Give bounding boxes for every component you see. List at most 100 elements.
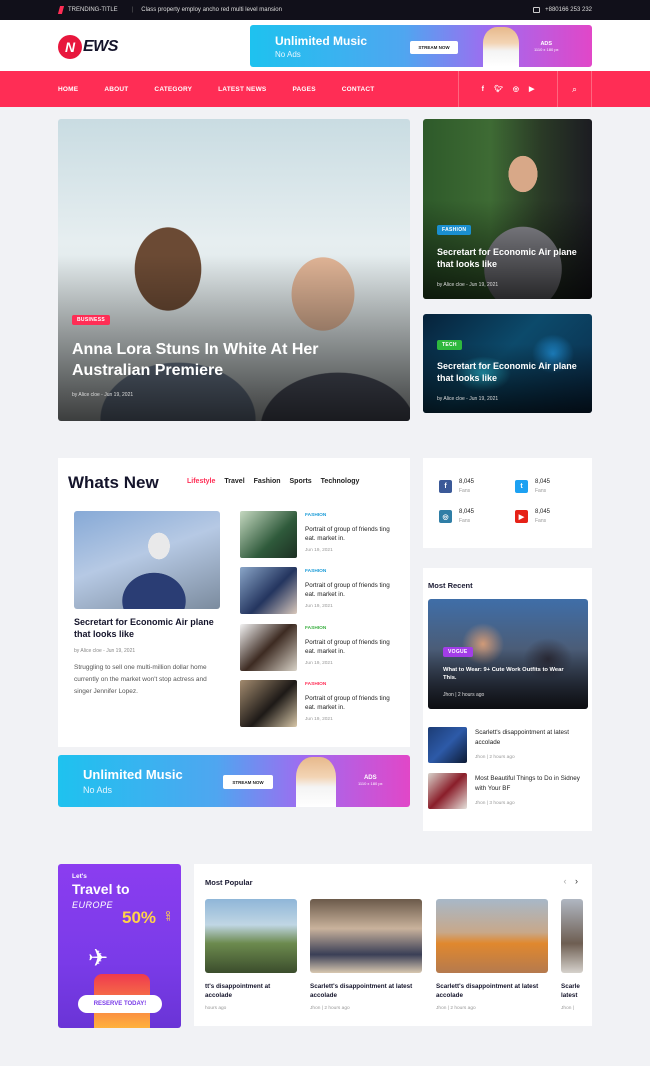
item-date: Jun 19, 2021 xyxy=(305,661,333,666)
youtube-icon[interactable]: ▶ xyxy=(529,85,534,93)
thumbnail[interactable] xyxy=(240,511,297,558)
category-badge[interactable]: BUSINESS xyxy=(72,315,110,325)
popular-card[interactable]: Scarle latest Jhon | xyxy=(561,899,583,1019)
hero-main-card[interactable]: BUSINESS Anna Lora Stuns In White At Her… xyxy=(58,119,410,421)
category-badge[interactable]: TECH xyxy=(437,340,462,350)
fan-count: 8,045 xyxy=(459,509,475,515)
prev-arrow-icon[interactable]: ‹ xyxy=(563,876,566,886)
tab-lifestyle[interactable]: Lifestyle xyxy=(187,478,215,485)
item-title[interactable]: Portrait of group of friends ting eat. m… xyxy=(305,694,400,713)
side-card-meta: by Alice cloe - Jun 19, 2021 xyxy=(437,282,499,288)
instagram-icon[interactable]: ◎ xyxy=(513,85,519,93)
twitter-icon[interactable]: 🐦︎ xyxy=(494,85,503,93)
list-item[interactable]: FASHION Portrait of group of friends tin… xyxy=(240,680,400,728)
hero-meta: by Alice cloe - Jun 19, 2021 xyxy=(72,392,134,398)
nav-about[interactable]: ABOUT xyxy=(104,86,128,93)
popular-title[interactable]: Scarlett's disappointment at latest acco… xyxy=(310,982,422,1000)
tab-technology[interactable]: Technology xyxy=(321,478,360,485)
stream-now-button[interactable]: STREAM NOW xyxy=(410,41,458,54)
header-ad-banner[interactable]: Unlimited Music No Ads STREAM NOW ADS 11… xyxy=(250,25,592,67)
fan-label: Fans xyxy=(459,518,471,524)
thumbnail[interactable] xyxy=(428,727,467,763)
reserve-today-button[interactable]: RESERVE TODAY! xyxy=(78,995,162,1013)
fan-label: Fans xyxy=(535,518,547,524)
thumbnail[interactable] xyxy=(240,680,297,727)
category-badge[interactable]: VOGUE xyxy=(443,647,473,657)
popular-card[interactable]: Scarlett's disappointment at latest acco… xyxy=(436,899,548,1019)
nav-home[interactable]: HOME xyxy=(58,86,78,93)
fan-count: 8,045 xyxy=(459,479,475,485)
thumbnail[interactable] xyxy=(240,624,297,671)
most-recent-featured[interactable]: VOGUE What to Wear: 9+ Cute Work Outfits… xyxy=(428,599,588,709)
site-logo[interactable]: N EWS xyxy=(58,35,118,59)
stream-now-button[interactable]: STREAM NOW xyxy=(223,775,273,789)
side-card-title[interactable]: Secretart for Economic Air plane that lo… xyxy=(437,361,582,384)
nav-items: HOME ABOUT CATEGORY LATEST NEWS PAGES CO… xyxy=(58,71,400,107)
item-title[interactable]: Most Beautiful Things to Do in Sidney wi… xyxy=(475,774,590,794)
popular-title[interactable]: tt's disappointment at accolade xyxy=(205,982,297,1000)
fan-counter[interactable]: ◎ 8,045 Fans xyxy=(439,507,509,527)
ad-title: Unlimited Music xyxy=(275,34,368,48)
travel-promo-ad[interactable]: Let's Travel to EUROPE 50% OFF ✈ RESERVE… xyxy=(58,864,181,1028)
thumbnail[interactable] xyxy=(428,773,467,809)
list-item[interactable]: FASHION Portrait of group of friends tin… xyxy=(240,511,400,559)
next-arrow-icon[interactable]: › xyxy=(575,876,578,886)
featured-title[interactable]: Secretart for Economic Air plane that lo… xyxy=(74,616,220,640)
phone-number: +880166 253 232 xyxy=(545,7,592,13)
most-popular-section: Most Popular ‹ › tt's disappointment at … xyxy=(194,864,592,1026)
popular-image[interactable] xyxy=(561,899,583,973)
featured-excerpt: Struggling to sell one multi-million dol… xyxy=(74,664,207,696)
search-icon[interactable]: ⌕ xyxy=(558,71,592,107)
popular-meta: Jhon | 2 hours ago xyxy=(310,1006,350,1011)
list-item[interactable]: Most Beautiful Things to Do in Sidney wi… xyxy=(428,773,588,813)
ad-size-label: ADS 1110 x 180 px xyxy=(534,41,559,52)
featured-title[interactable]: What to Wear: 9+ Cute Work Outfits to We… xyxy=(443,667,568,682)
popular-title[interactable]: Scarle latest xyxy=(561,982,585,1000)
ad-subtitle: No Ads xyxy=(275,50,301,59)
popular-image[interactable] xyxy=(205,899,297,973)
popular-title[interactable]: Scarlett's disappointment at latest acco… xyxy=(436,982,548,1000)
tab-fashion[interactable]: Fashion xyxy=(254,478,281,485)
popular-card[interactable]: Scarlett's disappointment at latest acco… xyxy=(310,899,422,1019)
item-title[interactable]: Scarlett's disappointment at latest acco… xyxy=(475,728,590,748)
popular-card[interactable]: tt's disappointment at accolade hours ag… xyxy=(205,899,297,1019)
nav-pages[interactable]: PAGES xyxy=(292,86,315,93)
fan-counter[interactable]: ▶ 8,045 Fans xyxy=(515,507,585,527)
trending-label: TRENDING-TITLE xyxy=(68,7,118,13)
fan-counter[interactable]: t 8,045 Fans xyxy=(515,477,585,497)
tab-sports[interactable]: Sports xyxy=(290,478,312,485)
item-title[interactable]: Portrait of group of friends ting eat. m… xyxy=(305,638,400,657)
fan-counter[interactable]: f 8,045 Fans xyxy=(439,477,509,497)
item-category[interactable]: FASHION xyxy=(305,569,326,574)
popular-image[interactable] xyxy=(310,899,422,973)
item-title[interactable]: Portrait of group of friends ting eat. m… xyxy=(305,581,400,600)
popular-image[interactable] xyxy=(436,899,548,973)
ad-size-label: ADS 1110 x 180 px xyxy=(358,775,383,786)
nav-category[interactable]: CATEGORY xyxy=(154,86,192,93)
tab-travel[interactable]: Travel xyxy=(224,478,244,485)
trending-text[interactable]: Class property employ ancho red multi le… xyxy=(141,7,282,13)
list-item[interactable]: Scarlett's disappointment at latest acco… xyxy=(428,727,588,767)
item-date: Jun 19, 2021 xyxy=(305,548,333,553)
list-item[interactable]: FASHION Portrait of group of friends tin… xyxy=(240,567,400,615)
nav-latest-news[interactable]: LATEST NEWS xyxy=(218,86,266,93)
mid-ad-banner[interactable]: Unlimited Music No Ads STREAM NOW ADS 11… xyxy=(58,755,410,807)
hero-side-card[interactable]: FASHION Secretart for Economic Air plane… xyxy=(423,119,592,299)
facebook-icon[interactable]: f xyxy=(482,86,484,93)
side-card-title[interactable]: Secretart for Economic Air plane that lo… xyxy=(437,247,582,270)
popular-meta: Jhon | 2 hours ago xyxy=(436,1006,476,1011)
hero-side-card[interactable]: TECH Secretart for Economic Air plane th… xyxy=(423,314,592,413)
item-category[interactable]: FASHION xyxy=(305,513,326,518)
promo-lets: Let's xyxy=(72,873,87,880)
category-badge[interactable]: FASHION xyxy=(437,225,472,235)
nav-contact[interactable]: CONTACT xyxy=(342,86,375,93)
item-category[interactable]: FASHION xyxy=(305,626,326,631)
item-title[interactable]: Portrait of group of friends ting eat. m… xyxy=(305,525,400,544)
item-category[interactable]: FASHION xyxy=(305,682,326,687)
thumbnail[interactable] xyxy=(240,567,297,614)
most-recent-widget: Most Recent VOGUE What to Wear: 9+ Cute … xyxy=(423,568,592,831)
ad-model-image xyxy=(483,27,519,67)
featured-image[interactable] xyxy=(74,511,220,609)
list-item[interactable]: FASHION Portrait of group of friends tin… xyxy=(240,624,400,672)
hero-title[interactable]: Anna Lora Stuns In White At Her Australi… xyxy=(72,340,362,382)
